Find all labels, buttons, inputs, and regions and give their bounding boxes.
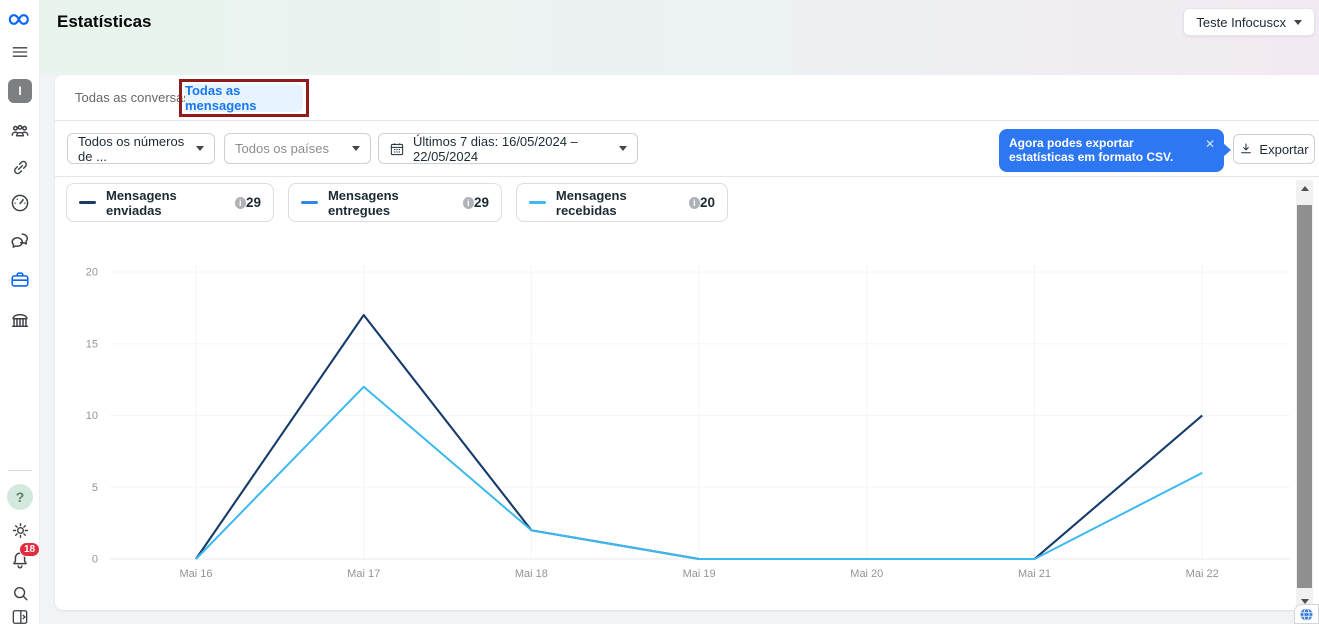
help-question-icon: ? [7,484,33,510]
messages-line-chart: 0 5 10 15 20 Mai 16 Mai 17 Mai 18 Mai 19 Mai 20 Ma… [80,245,1300,595]
inbox-chat-icon[interactable] [0,229,40,253]
sidebar-divider [8,470,32,471]
business-avatar[interactable]: I [0,78,40,104]
export-button[interactable]: Exportar [1233,134,1315,164]
insights-gauge-icon[interactable] [0,191,40,215]
search-icon[interactable] [0,581,40,605]
legend-value-received: 20 [700,195,715,210]
csv-export-tooltip: Agora podes exportar estatísticas em for… [999,129,1224,172]
scroll-up-arrow[interactable] [1296,180,1313,197]
sidebar: I [0,0,40,624]
notifications-bell-icon[interactable]: 18 [0,549,40,575]
phone-numbers-dropdown[interactable]: Todos os números de ... [67,133,215,164]
close-icon[interactable]: ✕ [1205,137,1215,151]
tab-all-conversations[interactable]: Todas as conversas [75,75,190,121]
export-button-label: Exportar [1259,142,1308,157]
hamburger-menu-icon[interactable] [0,40,40,64]
y-axis-tick: 15 [86,338,98,350]
legend-value-sent: 29 [246,195,261,210]
account-selector[interactable]: Teste Infocuscx [1183,8,1315,36]
statistics-card: Todas as conversas Todas as mensagens To… [55,75,1319,610]
date-range-label: Últimos 7 dias: 16/05/2024 – 22/05/2024 [413,134,611,164]
page-title: Estatísticas [57,12,152,32]
avatar-initial: I [8,79,32,103]
help-button[interactable]: ? [0,483,40,511]
briefcase-icon-active[interactable] [0,268,40,292]
y-axis-tick: 10 [86,410,98,422]
browser-extension-tab[interactable] [1294,604,1319,624]
vertical-scrollbar[interactable] [1296,180,1313,610]
legend-value-delivered: 29 [474,195,489,210]
x-axis-label: Mai 22 [1186,568,1219,580]
countries-dropdown-label: Todos os países [235,141,329,156]
globe-icon [1299,607,1314,622]
legend-card-sent[interactable]: Mensagens enviadas i 29 [66,183,274,222]
info-icon[interactable]: i [463,197,474,209]
phone-numbers-dropdown-label: Todos os números de ... [78,134,196,164]
info-icon[interactable]: i [235,197,246,209]
download-icon [1239,142,1253,156]
meta-logo-icon[interactable] [0,4,40,34]
info-icon[interactable]: i [689,197,700,209]
x-axis-label: Mai 16 [179,568,212,580]
legend-label-received: Mensagens recebidas [556,188,683,218]
link-icon[interactable] [0,155,40,179]
x-axis-label: Mai 21 [1018,568,1051,580]
chevron-down-icon [196,146,204,151]
series-swatch-delivered [301,201,318,204]
scrollbar-thumb[interactable] [1297,205,1312,588]
csv-export-tooltip-text: Agora podes exportar estatísticas em for… [1009,136,1173,164]
date-range-picker[interactable]: Últimos 7 dias: 16/05/2024 – 22/05/2024 [378,133,638,164]
x-axis-label: Mai 17 [347,568,380,580]
calendar-icon [389,141,405,157]
y-axis-tick: 5 [92,482,98,494]
collapse-panel-icon[interactable] [0,607,40,624]
x-axis-label: Mai 18 [515,568,548,580]
account-selector-label: Teste Infocuscx [1196,15,1286,30]
legend-label-delivered: Mensagens entregues [328,188,457,218]
notification-badge: 18 [19,542,40,557]
series-swatch-sent [79,201,96,204]
header-gradient-band [40,0,1319,75]
x-axis-label: Mai 19 [683,568,716,580]
commerce-bank-icon[interactable] [0,308,40,334]
y-axis-tick: 20 [86,267,98,279]
legend-card-received[interactable]: Mensagens recebidas i 20 [516,183,728,222]
chart-svg: 0 5 10 15 20 Mai 16 Mai 17 Mai 18 Mai 19 Mai 20 Ma… [80,245,1300,595]
y-axis-tick: 0 [92,554,98,566]
tooltip-arrow [1223,143,1231,157]
legend-label-sent: Mensagens enviadas [106,188,229,218]
chevron-down-icon [352,146,360,151]
settings-gear-icon[interactable] [0,518,40,542]
series-swatch-received [529,201,546,204]
x-axis-label: Mai 20 [850,568,883,580]
audiences-people-icon[interactable] [0,119,40,143]
countries-dropdown[interactable]: Todos os países [224,133,371,164]
legend-card-delivered[interactable]: Mensagens entregues i 29 [288,183,502,222]
annotation-highlight-box [179,79,309,117]
tabs-bar: Todas as conversas Todas as mensagens [55,75,1319,121]
chevron-down-icon [619,146,627,151]
chevron-down-icon [1294,20,1302,25]
